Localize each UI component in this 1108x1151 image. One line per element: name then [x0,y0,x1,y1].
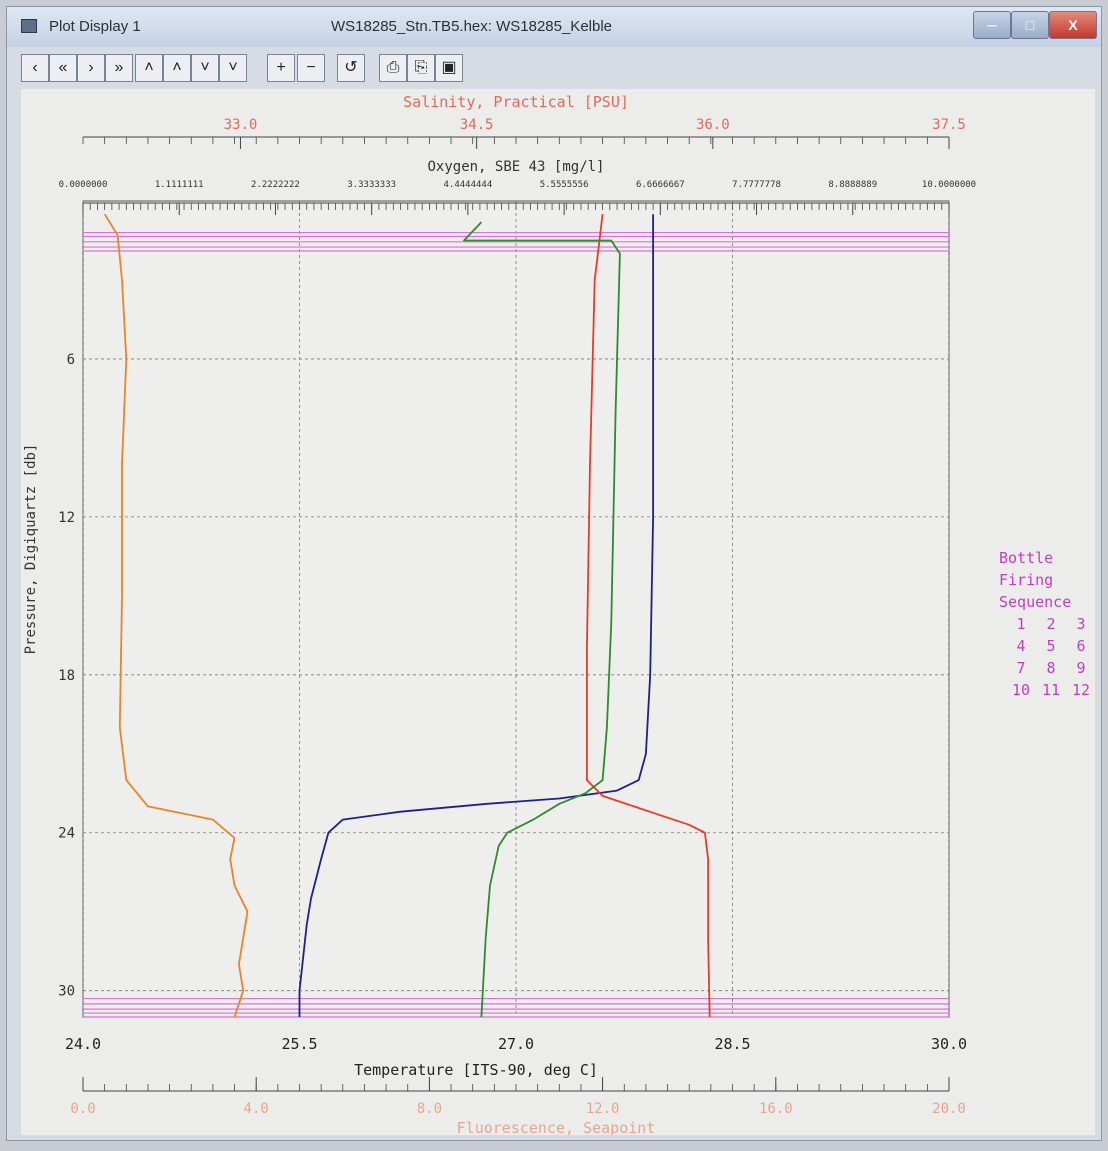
print-button[interactable]: ⎙ [379,54,407,82]
y-tick-label: 12 [58,510,75,526]
axis-tick-label: 0.0000000 [59,180,108,190]
y-tick-label: 18 [58,668,75,684]
legend-bottle-number: 10 [1012,681,1030,699]
axis-tick-label: 33.0 [224,117,258,133]
axis-tick-label: 2.2222222 [251,180,300,190]
minimize-button[interactable]: ─ [973,11,1011,39]
axis-tick-label: 36.0 [696,117,730,133]
axis-tick-label: 3.3333333 [347,180,396,190]
x-tick-label: 24.0 [65,1035,101,1053]
fluor-tick-label: 4.0 [244,1101,269,1117]
y-tick-label: 30 [58,984,75,1000]
legend-bottle-number: 12 [1072,681,1090,699]
plot-area: 6 12 18 24 30 Pressure, Digiquartz [db] 33.0 34… [21,89,1095,1135]
bottom-button[interactable]: ˅ [219,54,247,82]
document-title: WS18285_Stn.TB5.hex: WS18285_Kelble [331,18,613,35]
ctd-profile-chart: 612182430Pressure, Digiquartz [db]33.0 34… [23,93,1090,1135]
legend-title: Firing [999,571,1053,589]
zoom-out-button[interactable]: − [297,54,325,82]
prev-button[interactable]: ‹ [21,54,49,82]
axis-title: Salinity, Practical [PSU] [403,93,629,111]
reset-button[interactable]: ↺ [337,54,365,82]
legend-bottle-number: 5 [1046,637,1055,655]
legend-title: Sequence [999,593,1071,611]
axis-tick-label: 7.7777778 [732,180,781,190]
legend-bottle-number: 9 [1076,659,1085,677]
axis-tick-label: 8.8888889 [828,180,877,190]
save-button[interactable]: ▣ [435,54,463,82]
plot-display-window: Plot Display 1 WS18285_Stn.TB5.hex: WS18… [6,6,1102,1141]
maximize-button[interactable]: □ [1011,11,1049,39]
title-bar[interactable]: Plot Display 1 WS18285_Stn.TB5.hex: WS18… [7,7,1101,47]
up-button[interactable]: ˄ [135,54,163,82]
legend-bottle-number: 3 [1076,615,1085,633]
window-title: Plot Display 1 [49,18,141,35]
legend-bottle-number: 7 [1016,659,1025,677]
axis-tick-label: 5.5555556 [540,180,589,190]
axis-tick-label: 10.0000000 [922,180,976,190]
legend-bottle-number: 11 [1042,681,1060,699]
close-button[interactable]: X [1049,11,1097,39]
axis-tick-label: 6.6666667 [636,180,685,190]
x-tick-label: 28.5 [714,1035,750,1053]
legend-bottle-number: 4 [1016,637,1025,655]
axis-tick-label: 37.5 [932,117,966,133]
axis-tick-label: 4.4444444 [443,180,492,190]
top-button[interactable]: ˄ [163,54,191,82]
toolbar: ‹ «›» ˄ ˄ ˅ ˅ + − ↺ ⎙ ⎘ ▣ [21,51,491,85]
next-button[interactable]: › [77,54,105,82]
fluor-tick-label: 20.0 [932,1101,966,1117]
legend-bottle-number: 2 [1046,615,1055,633]
x-tick-label: 30.0 [931,1035,967,1053]
y-tick-label: 6 [67,352,75,368]
legend-bottle-number: 6 [1076,637,1085,655]
fluor-tick-label: 16.0 [759,1101,793,1117]
axis-title: Oxygen, SBE 43 [mg/l] [427,159,604,175]
last-button[interactable]: » [105,54,133,82]
zoom-in-button[interactable]: + [267,54,295,82]
x-axis-title: Temperature [ITS-90, deg C] [354,1061,598,1079]
fluor-tick-label: 0.0 [70,1101,95,1117]
x-tick-label: 25.5 [281,1035,317,1053]
axis-tick-label: 34.5 [460,117,494,133]
app-icon [21,19,37,33]
copy-button[interactable]: ⎘ [407,54,435,82]
fluor-axis-title: Fluorescence, Seapoint [457,1119,656,1135]
x-tick-label: 27.0 [498,1035,534,1053]
y-tick-label: 24 [58,826,75,842]
first-button[interactable]: « [49,54,77,82]
fluor-tick-label: 8.0 [417,1101,442,1117]
legend-title: Bottle [999,549,1053,567]
legend-bottle-number: 8 [1046,659,1055,677]
axis-tick-label: 1.1111111 [155,180,204,190]
fluor-tick-label: 12.0 [586,1101,620,1117]
y-axis-label: Pressure, Digiquartz [db] [23,444,39,655]
legend-bottle-number: 1 [1016,615,1025,633]
down-button[interactable]: ˅ [191,54,219,82]
